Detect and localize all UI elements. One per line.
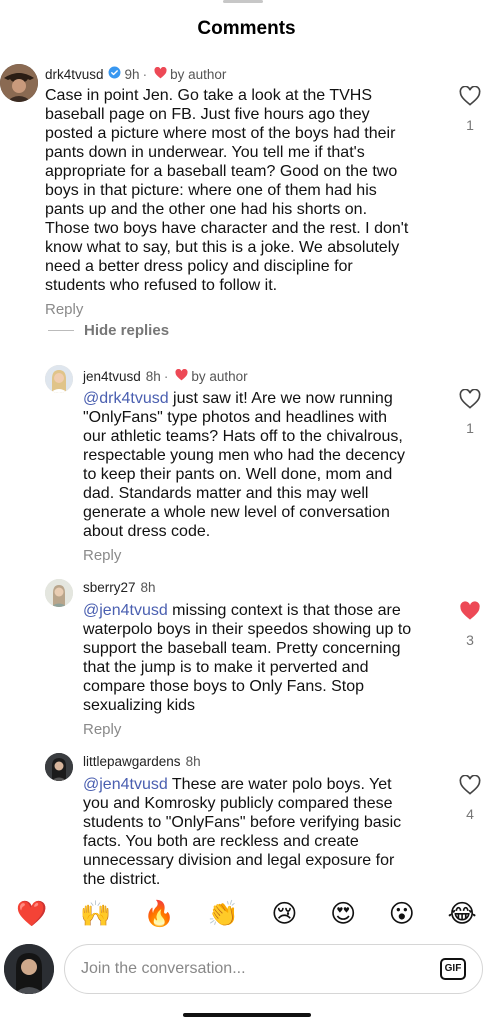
author-liked-heart-icon	[154, 66, 167, 82]
comment-line: appropriate for a baseball team? Good on…	[45, 163, 398, 180]
comment-line: unnecessary division and legal exposure …	[83, 852, 395, 869]
like-heart-icon[interactable]	[459, 85, 481, 110]
comment-line: our athletic teams? Hats off to the chiv…	[83, 428, 403, 445]
comment-line: pants down in underwear. You tell me if …	[45, 144, 365, 161]
comment-line: @jen4tvusd missing context is that those…	[83, 601, 453, 620]
comment-line: compare those boys to Only Fans. Stop	[83, 678, 365, 695]
comment-line: you and Komrosky publicly compared these	[83, 795, 393, 812]
comment-line: Case in point Jen. Go take a look at the…	[45, 87, 372, 104]
gif-button[interactable]: GIF	[440, 958, 466, 980]
current-user-avatar[interactable]	[4, 944, 54, 994]
emoji-laughing-face[interactable]: 😂	[447, 901, 476, 926]
reply-button[interactable]: Reply	[83, 721, 121, 738]
comment-composer: Join the conversation... GIF	[0, 940, 493, 1000]
emoji-clapping-hands[interactable]: 👏	[208, 901, 239, 926]
comment-line: @drk4tvusd just saw it! Are we now runni…	[83, 389, 453, 408]
comment-line: posted a picture where most of the boys …	[45, 125, 396, 142]
comment-time: 8h	[140, 580, 156, 595]
reply-button[interactable]: Reply	[83, 547, 121, 564]
hide-replies-label: Hide replies	[84, 322, 170, 339]
like-count: 1	[466, 117, 474, 133]
comment-line: @jen4tvusd These are water polo boys. Ye…	[83, 775, 453, 794]
page-title: Comments	[197, 18, 296, 39]
comment-line: dad. Standards matter and this may well	[83, 485, 369, 502]
liked-heart-icon[interactable]	[459, 601, 481, 625]
emoji-surprised-face[interactable]: 😮	[389, 901, 415, 926]
comment-line: facts. You both are reckless and create	[83, 833, 359, 850]
like-count: 4	[466, 806, 474, 822]
comment-line: "OnlyFans" type photos and headlines wit…	[83, 409, 387, 426]
comment-text: @drk4tvusd just saw it! Are we now runni…	[83, 389, 453, 541]
comment-username[interactable]: littlepawgardens	[83, 754, 181, 769]
comment-text: Case in point Jen. Go take a look at the…	[45, 86, 465, 295]
comment-line: boys in that picture: where one of them …	[45, 182, 377, 199]
comment-line: need a better dress policy and disciplin…	[45, 258, 353, 275]
comment-line-text: just saw it! Are we now running	[168, 390, 393, 407]
comment-input-placeholder: Join the conversation...	[81, 960, 246, 977]
comment-line-text: These are water polo boys. Yet	[167, 776, 392, 793]
comment-line: pants up and the other one had his short…	[45, 201, 368, 218]
comment-time: 8h	[145, 369, 161, 384]
avatar[interactable]	[45, 579, 73, 607]
comment-line: waterpolo boys in their speedos showing …	[83, 621, 412, 638]
comment-line: Those two boys have character and the re…	[45, 220, 409, 237]
comment-line: respectable young men who had the decenc…	[83, 447, 405, 464]
comment-line: generate a whole new level of conversati…	[83, 504, 390, 521]
meta-separator: ·	[163, 369, 169, 384]
comment-text: @jen4tvusd These are water polo boys. Ye…	[83, 775, 453, 889]
comment-username[interactable]: drk4tvusd	[45, 67, 104, 82]
emoji-fire[interactable]: 🔥	[144, 901, 175, 926]
comment-line: sexualizing kids	[83, 697, 196, 714]
comment-text: @jen4tvusd missing context is that those…	[83, 601, 453, 715]
comment-time: 9h	[124, 66, 140, 82]
comment-line: support the baseball team. Pretty concer…	[83, 640, 401, 657]
like-count: 1	[466, 420, 474, 436]
comment-line: the district.	[83, 871, 161, 888]
comment-line: about dress code.	[83, 523, 211, 540]
comment-line: students who refused to follow it.	[45, 277, 278, 294]
comment-line: to keep their pants on. Well done, mom a…	[83, 466, 393, 483]
avatar[interactable]	[0, 64, 38, 102]
comment-line: that the jump is to make it perverted an…	[83, 659, 369, 676]
emoji-crying-face[interactable]: 😢	[271, 901, 297, 926]
mention-link[interactable]: @jen4tvusd	[83, 776, 168, 793]
verified-badge-icon	[108, 66, 121, 82]
comment-username[interactable]: jen4tvusd	[83, 369, 141, 384]
emoji-reaction-bar: ❤️ 🙌 🔥 👏 😢 😍 😮 😂	[0, 892, 493, 934]
mention-link[interactable]: @drk4tvusd	[83, 390, 169, 407]
avatar[interactable]	[45, 753, 73, 781]
by-author-label: by author	[170, 66, 227, 82]
comment-line: baseball page on FB. Just five hours ago…	[45, 106, 370, 123]
emoji-heart[interactable]: ❤️	[16, 901, 47, 926]
meta-separator: ·	[142, 66, 148, 82]
reply-button[interactable]: Reply	[45, 301, 83, 318]
emoji-heart-eyes[interactable]: 😍	[330, 901, 356, 926]
by-author-label: by author	[191, 369, 248, 384]
comment-line: know what to say, but this is a joke. We…	[45, 239, 400, 256]
mention-link[interactable]: @jen4tvusd	[83, 602, 168, 619]
like-heart-icon[interactable]	[459, 388, 481, 413]
like-count: 3	[466, 632, 474, 648]
emoji-raised-hands[interactable]: 🙌	[80, 901, 111, 926]
like-heart-icon[interactable]	[459, 774, 481, 799]
comment-time: 8h	[185, 754, 201, 769]
divider	[48, 330, 74, 331]
avatar[interactable]	[45, 365, 73, 393]
comment-input[interactable]: Join the conversation... GIF	[64, 944, 483, 994]
comment-username[interactable]: sberry27	[83, 580, 136, 595]
home-indicator	[183, 1013, 311, 1017]
comment-line: students to "OnlyFans" before verifying …	[83, 814, 402, 831]
hide-replies-button[interactable]: Hide replies	[48, 322, 169, 339]
author-liked-heart-icon	[175, 368, 188, 384]
comment-line-text: missing context is that those are	[167, 602, 401, 619]
sheet-grabber[interactable]	[223, 0, 263, 3]
